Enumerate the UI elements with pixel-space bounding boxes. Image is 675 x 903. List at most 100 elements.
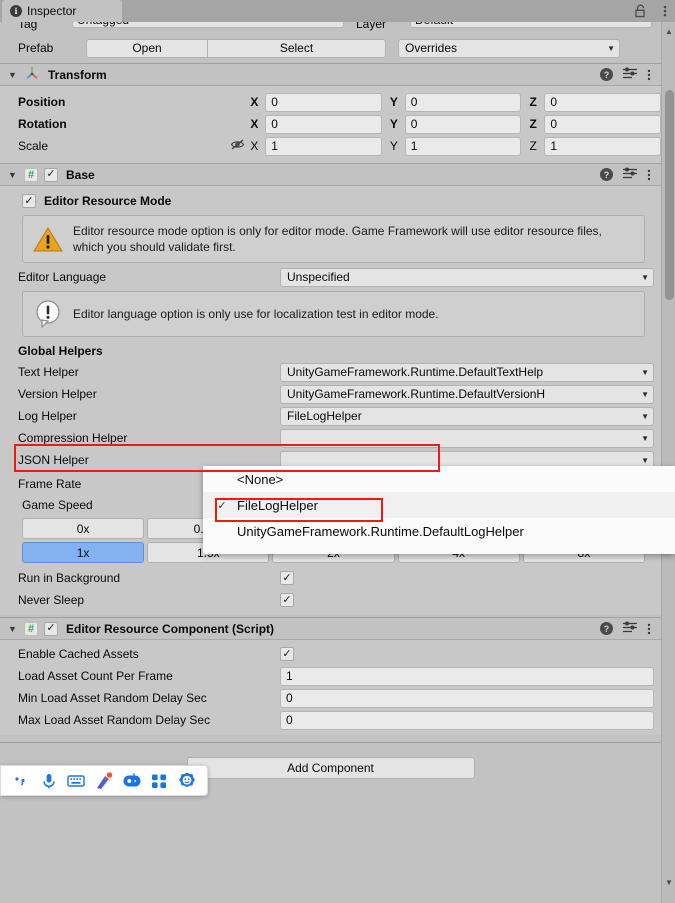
- microphone-icon[interactable]: [38, 770, 60, 792]
- position-x-field[interactable]: 0: [265, 92, 382, 112]
- emoji-settings-icon[interactable]: [176, 770, 198, 792]
- component-title-editor-resource-component: Editor Resource Component (Script): [66, 621, 275, 636]
- popup-item-defaultloghelper[interactable]: UnityGameFramework.Runtime.DefaultLogHel…: [203, 518, 675, 544]
- rotation-y-field[interactable]: 0: [404, 114, 522, 134]
- min-load-asset-random-delay-label: Min Load Asset Random Delay Sec: [18, 691, 207, 705]
- foldout-arrow-icon[interactable]: ▼: [8, 70, 18, 80]
- scroll-down-arrow-icon[interactable]: ▼: [662, 875, 675, 889]
- transform-row-scale: Scale X 1 Y 1 Z 1: [0, 135, 661, 157]
- text-helper-label: Text Helper: [18, 365, 79, 379]
- min-load-asset-random-delay-field[interactable]: 0: [280, 688, 654, 708]
- info-icon: i: [10, 5, 22, 17]
- log-helper-dropdown-popup[interactable]: <None> ✓ FileLogHelper UnityGameFramewor…: [203, 466, 675, 554]
- component-header-icons: ?: [600, 167, 661, 182]
- chevron-down-icon: ▼: [641, 455, 649, 465]
- popup-item-none[interactable]: <None>: [203, 466, 675, 492]
- rotation-z-field[interactable]: 0: [544, 114, 661, 134]
- preset-sliders-icon[interactable]: [623, 621, 637, 636]
- transform-axis-icon: [24, 65, 40, 84]
- run-in-background-row: Run in Background ✓: [0, 567, 661, 589]
- chevron-down-icon: ▼: [641, 411, 649, 421]
- scale-label: Scale: [18, 139, 49, 153]
- help-icon[interactable]: ?: [600, 168, 613, 181]
- punctuation-icon[interactable]: [10, 770, 32, 792]
- prefab-label: Prefab: [18, 41, 54, 55]
- prefab-select-button[interactable]: Select: [208, 38, 386, 58]
- lock-icon[interactable]: [634, 4, 647, 18]
- enable-cached-assets-checkbox[interactable]: ✓: [280, 647, 294, 661]
- compression-helper-dropdown[interactable]: ▼: [280, 428, 654, 448]
- window-menu-icon[interactable]: [663, 4, 667, 18]
- axis-z-label: Z: [529, 117, 537, 131]
- position-label: Position: [18, 95, 66, 109]
- robot-face-icon[interactable]: [121, 770, 143, 792]
- app-grid-icon[interactable]: [148, 770, 170, 792]
- min-load-asset-random-delay-row: Min Load Asset Random Delay Sec 0: [0, 687, 661, 709]
- foldout-arrow-icon[interactable]: ▼: [8, 170, 18, 180]
- component-header-transform[interactable]: ▼ Transform ?: [0, 64, 661, 86]
- scale-x-field[interactable]: 1: [265, 136, 382, 156]
- speed-button-1x[interactable]: 1x: [22, 542, 145, 563]
- preset-sliders-icon[interactable]: [623, 67, 637, 82]
- text-helper-dropdown[interactable]: UnityGameFramework.Runtime.DefaultTextHe…: [280, 362, 654, 382]
- scroll-up-arrow-icon[interactable]: ▲: [662, 24, 675, 38]
- tag-label: Tag: [18, 22, 38, 31]
- rotation-label: Rotation: [18, 117, 67, 131]
- load-asset-count-per-frame-field[interactable]: 1: [280, 666, 654, 686]
- component-menu-icon[interactable]: [647, 169, 651, 181]
- popup-item-label: <None>: [237, 471, 284, 487]
- editor-language-value: Unspecified: [287, 270, 350, 284]
- never-sleep-row: Never Sleep ✓: [0, 589, 661, 611]
- editor-resource-mode-checkbox[interactable]: ✓: [22, 194, 36, 208]
- info-helpbox: Editor language option is only use for l…: [22, 291, 645, 337]
- component-header-base[interactable]: ▼ # ✓ Base ?: [0, 164, 661, 186]
- chevron-down-icon: ▼: [641, 272, 649, 282]
- never-sleep-checkbox[interactable]: ✓: [280, 593, 294, 607]
- script-icon: #: [24, 621, 38, 636]
- keyboard-icon[interactable]: [65, 770, 87, 792]
- component-header-editor-resource-component[interactable]: ▼ # ✓ Editor Resource Component (Script)…: [0, 618, 661, 640]
- component-header-icons: ?: [600, 621, 661, 636]
- speed-button-0x[interactable]: 0x: [22, 518, 145, 539]
- layer-dropdown[interactable]: Default: [410, 22, 652, 28]
- component-title-transform: Transform: [48, 67, 107, 82]
- popup-item-filelogehelper[interactable]: ✓ FileLogHelper: [203, 492, 675, 518]
- add-component-button[interactable]: Add Component: [186, 757, 475, 779]
- component-title-base: Base: [66, 167, 95, 182]
- help-icon[interactable]: ?: [600, 622, 613, 635]
- foldout-arrow-icon[interactable]: ▼: [8, 624, 18, 634]
- max-load-asset-random-delay-field[interactable]: 0: [280, 710, 654, 730]
- load-asset-count-per-frame-row: Load Asset Count Per Frame 1: [0, 665, 661, 687]
- ime-toolbar[interactable]: [0, 765, 208, 796]
- tag-dropdown[interactable]: Untagged: [72, 22, 344, 28]
- editor-language-row: Editor Language Unspecified ▼: [0, 266, 661, 288]
- component-menu-icon[interactable]: [647, 623, 651, 635]
- help-icon[interactable]: ?: [600, 68, 613, 81]
- log-helper-dropdown[interactable]: FileLogHelper ▼: [280, 406, 654, 426]
- magic-wand-icon[interactable]: [93, 770, 115, 792]
- component-menu-icon[interactable]: [647, 69, 651, 81]
- text-helper-value: UnityGameFramework.Runtime.DefaultTextHe…: [287, 365, 544, 379]
- constrain-proportions-off-icon[interactable]: [230, 138, 250, 154]
- popup-item-label: UnityGameFramework.Runtime.DefaultLogHel…: [237, 523, 524, 539]
- position-z-field[interactable]: 0: [544, 92, 661, 112]
- rotation-x-field[interactable]: 0: [265, 114, 382, 134]
- component-enabled-checkbox[interactable]: ✓: [44, 167, 58, 182]
- run-in-background-checkbox[interactable]: ✓: [280, 571, 294, 585]
- prefab-row: Prefab Open Select Overrides ▼: [0, 36, 661, 60]
- preset-sliders-icon[interactable]: [623, 167, 637, 182]
- tab-inspector[interactable]: i Inspector: [2, 0, 122, 22]
- scrollbar-thumb[interactable]: [665, 90, 674, 300]
- scale-z-field[interactable]: 1: [544, 136, 661, 156]
- scale-y-field[interactable]: 1: [404, 136, 522, 156]
- prefab-overrides-dropdown[interactable]: Overrides ▼: [398, 38, 620, 58]
- component-header-icons: ?: [600, 67, 661, 82]
- vertical-scrollbar[interactable]: ▲ ▼: [661, 22, 675, 903]
- component-enabled-checkbox[interactable]: ✓: [44, 621, 58, 636]
- warning-helpbox: Editor resource mode option is only for …: [22, 215, 645, 263]
- prefab-open-button[interactable]: Open: [86, 38, 208, 58]
- editor-language-dropdown[interactable]: Unspecified ▼: [280, 267, 654, 287]
- position-y-field[interactable]: 0: [404, 92, 522, 112]
- version-helper-dropdown[interactable]: UnityGameFramework.Runtime.DefaultVersio…: [280, 384, 654, 404]
- enable-cached-assets-row: Enable Cached Assets ✓: [0, 643, 661, 665]
